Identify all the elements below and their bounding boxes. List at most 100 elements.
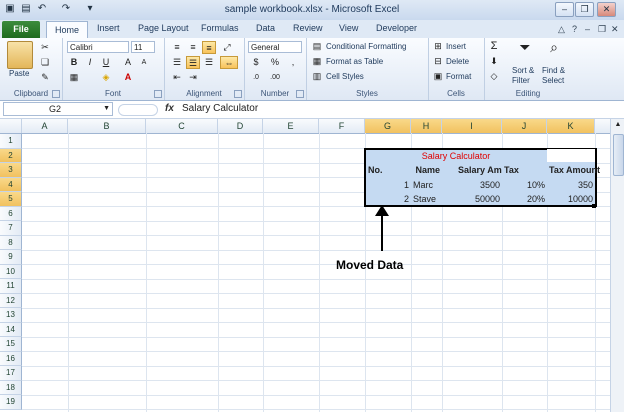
- table-cell[interactable]: Marc: [413, 178, 433, 192]
- minimize-ribbon-icon[interactable]: △: [558, 24, 565, 35]
- percent-icon[interactable]: %: [268, 56, 282, 69]
- dialog-launcher-icon[interactable]: [154, 90, 162, 98]
- paste-button[interactable]: Paste: [9, 69, 29, 78]
- delete-button[interactable]: Delete: [446, 57, 469, 66]
- row-header[interactable]: 2: [0, 148, 22, 163]
- format-as-table-button[interactable]: Format as Table: [326, 57, 383, 66]
- window-minimize-icon[interactable]: –: [585, 24, 590, 34]
- autosum-icon[interactable]: Σ: [487, 40, 501, 53]
- number-format-combo[interactable]: General: [248, 41, 302, 53]
- clear-icon[interactable]: ◇: [487, 70, 501, 83]
- decrease-decimal-icon[interactable]: .00: [268, 71, 282, 84]
- tab-insert[interactable]: Insert: [97, 23, 120, 33]
- column-header[interactable]: C: [146, 119, 218, 133]
- row-header[interactable]: 8: [0, 235, 22, 250]
- filter-button[interactable]: Filter: [512, 76, 530, 85]
- table-header-no[interactable]: No.: [368, 163, 383, 177]
- row-header[interactable]: 1: [0, 134, 22, 149]
- table-header-salary[interactable]: Salary Am: [458, 163, 502, 177]
- bold-icon[interactable]: B: [67, 56, 81, 69]
- tab-page-layout[interactable]: Page Layout: [138, 23, 189, 33]
- table-cell[interactable]: 10000: [547, 192, 593, 206]
- row-header[interactable]: 3: [0, 163, 22, 178]
- row-header[interactable]: 13: [0, 308, 22, 323]
- column-header[interactable]: A: [22, 119, 68, 133]
- row-header[interactable]: 14: [0, 322, 22, 337]
- column-header[interactable]: G: [365, 119, 411, 133]
- font-name-combo[interactable]: Calibri: [67, 41, 129, 53]
- table-header-tax-amount[interactable]: Tax Amount: [549, 163, 600, 177]
- row-header[interactable]: 16: [0, 351, 22, 366]
- column-header[interactable]: F: [319, 119, 365, 133]
- italic-icon[interactable]: I: [83, 56, 97, 69]
- row-header[interactable]: 19: [0, 395, 22, 410]
- align-bottom-icon[interactable]: ≡: [202, 41, 216, 54]
- window-close-icon[interactable]: ✕: [611, 24, 619, 35]
- table-cell[interactable]: 1: [365, 178, 409, 192]
- font-size-combo[interactable]: 11: [131, 41, 155, 53]
- table-cell[interactable]: 20%: [502, 192, 545, 206]
- insert-button[interactable]: Insert: [446, 42, 466, 51]
- table-cell[interactable]: 50000: [442, 192, 500, 206]
- borders-icon[interactable]: ▦: [67, 71, 81, 84]
- align-left-icon[interactable]: ☰: [170, 56, 184, 69]
- worksheet-grid[interactable]: A B C D E F G H I J K 1 2 3 4 5 6 7 8 9 …: [0, 119, 610, 412]
- dialog-launcher-icon[interactable]: [52, 90, 60, 98]
- table-cell[interactable]: 10%: [502, 178, 545, 192]
- paste-icon[interactable]: [7, 41, 33, 69]
- tab-file[interactable]: File: [2, 21, 40, 38]
- help-icon[interactable]: ?: [572, 24, 577, 34]
- table-title[interactable]: Salary Calculator: [365, 149, 547, 163]
- vertical-scrollbar[interactable]: ▲: [610, 119, 624, 412]
- merge-center-icon[interactable]: ⇔: [220, 56, 238, 69]
- grow-font-icon[interactable]: A: [121, 56, 135, 69]
- table-cell[interactable]: 3500: [442, 178, 500, 192]
- tab-developer[interactable]: Developer: [376, 23, 417, 33]
- unselected-cell-k2[interactable]: [547, 149, 595, 162]
- select-button[interactable]: Select: [542, 76, 564, 85]
- tab-view[interactable]: View: [339, 23, 358, 33]
- cut-icon[interactable]: ✂: [38, 41, 52, 54]
- align-top-icon[interactable]: ≡: [170, 41, 184, 54]
- find-button[interactable]: Find &: [542, 66, 565, 75]
- tab-review[interactable]: Review: [293, 23, 323, 33]
- row-header[interactable]: 9: [0, 250, 22, 265]
- row-header[interactable]: 12: [0, 293, 22, 308]
- conditional-formatting-button[interactable]: Conditional Formatting: [326, 42, 406, 51]
- table-cell[interactable]: Stave: [413, 192, 436, 206]
- column-header[interactable]: B: [68, 119, 146, 133]
- row-header[interactable]: 4: [0, 177, 22, 192]
- scroll-up-icon[interactable]: ▲: [613, 121, 623, 131]
- row-header[interactable]: 17: [0, 366, 22, 381]
- tab-data[interactable]: Data: [256, 23, 275, 33]
- orientation-icon[interactable]: ⤢: [220, 41, 234, 54]
- sort-button[interactable]: Sort &: [512, 66, 534, 75]
- minimize-button[interactable]: –: [555, 2, 574, 17]
- row-header[interactable]: 7: [0, 221, 22, 236]
- table-header-tax[interactable]: Tax: [504, 163, 519, 177]
- format-button[interactable]: Format: [446, 72, 471, 81]
- row-header[interactable]: 18: [0, 380, 22, 395]
- format-painter-icon[interactable]: ✎: [38, 71, 52, 84]
- fill-icon[interactable]: ⬇: [487, 55, 501, 68]
- row-header[interactable]: 6: [0, 206, 22, 221]
- tab-formulas[interactable]: Formulas: [201, 23, 239, 33]
- align-middle-icon[interactable]: ≡: [186, 41, 200, 54]
- column-header[interactable]: H: [411, 119, 442, 133]
- decrease-indent-icon[interactable]: ⇤: [170, 71, 184, 84]
- align-right-icon[interactable]: ☰: [202, 56, 216, 69]
- window-restore-icon[interactable]: ❐: [598, 24, 606, 35]
- font-color-icon[interactable]: A: [121, 71, 135, 84]
- row-header[interactable]: 11: [0, 279, 22, 294]
- row-header[interactable]: 5: [0, 192, 22, 207]
- select-all-corner[interactable]: [0, 119, 22, 133]
- column-header[interactable]: D: [218, 119, 263, 133]
- currency-icon[interactable]: $: [249, 56, 263, 69]
- close-button[interactable]: ✕: [597, 2, 616, 17]
- dialog-launcher-icon[interactable]: [296, 90, 304, 98]
- underline-icon[interactable]: U: [99, 56, 113, 69]
- restore-button[interactable]: ❐: [575, 2, 594, 17]
- dialog-launcher-icon[interactable]: [234, 90, 242, 98]
- cell-styles-button[interactable]: Cell Styles: [326, 72, 364, 81]
- column-header[interactable]: E: [263, 119, 319, 133]
